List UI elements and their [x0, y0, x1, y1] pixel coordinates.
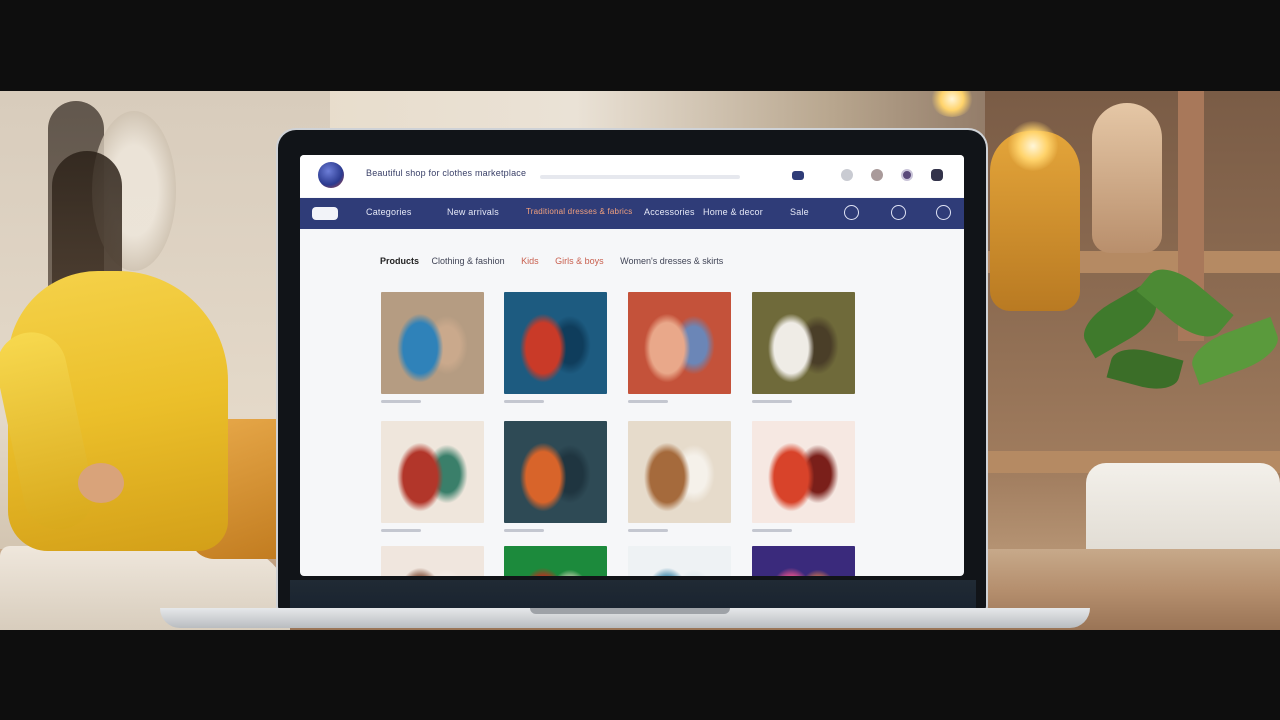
site-logo[interactable] [318, 162, 344, 188]
nav-item-home-decor[interactable]: Home & decor [703, 207, 763, 217]
nav-bar: Categories New arrivals Traditional dres… [300, 198, 964, 229]
product-caption [752, 529, 792, 532]
product-caption [752, 400, 792, 403]
breadcrumb-item[interactable]: Kids [521, 256, 539, 266]
breadcrumb-item[interactable]: Women's dresses & skirts [620, 256, 723, 266]
nav-item-categories[interactable]: Categories [366, 207, 412, 217]
home-button[interactable] [312, 207, 338, 220]
globe-icon[interactable] [844, 205, 859, 220]
product-red-accessories[interactable] [752, 421, 855, 523]
product-caption [504, 529, 544, 532]
lamp-glow-1 [1008, 121, 1058, 171]
breadcrumb-item[interactable]: Clothing & fashion [432, 256, 505, 266]
cart-icon[interactable] [792, 171, 804, 180]
notification-icon[interactable] [871, 169, 883, 181]
product-white-outfits[interactable] [752, 292, 855, 394]
search-bar[interactable] [540, 175, 740, 179]
product-blue-trousers[interactable] [381, 292, 484, 394]
letterbox-bottom [0, 630, 1280, 720]
nav-item-new-arrivals[interactable]: New arrivals [447, 207, 499, 217]
product-embroidered-robes[interactable] [381, 421, 484, 523]
beige-vase [1092, 103, 1162, 253]
nav-item-sale[interactable]: Sale [790, 207, 809, 217]
breadcrumb: Products Clothing & fashion Kids Girls &… [380, 256, 737, 266]
person-hand [78, 463, 124, 503]
moon-icon[interactable] [936, 205, 951, 220]
clock-icon[interactable] [891, 205, 906, 220]
letterbox-top [0, 0, 1280, 91]
laptop-screen: Beautiful shop for clothes marketplace C… [300, 155, 964, 576]
breadcrumb-item[interactable]: Girls & boys [555, 256, 604, 266]
laptop-notch [530, 608, 730, 614]
product-caption [504, 400, 544, 403]
nav-item-accessories[interactable]: Accessories [644, 207, 695, 217]
product-shoes-fabric[interactable] [628, 421, 731, 523]
help-icon[interactable] [841, 169, 853, 181]
product-multicolor-skirts[interactable] [628, 292, 731, 394]
product-caption [628, 529, 668, 532]
laptop-bezel [290, 580, 976, 608]
avatar-icon[interactable] [901, 169, 913, 181]
product-red-dress[interactable] [504, 292, 607, 394]
product-caption [628, 400, 668, 403]
site-header: Beautiful shop for clothes marketplace [300, 155, 964, 197]
product-light-blue-item[interactable] [628, 546, 731, 576]
product-green-red-item[interactable] [504, 546, 607, 576]
lamp-glow-2 [930, 91, 974, 117]
product-purple-item[interactable] [752, 546, 855, 576]
breadcrumb-current: Products [380, 256, 420, 266]
nav-item-traditional[interactable]: Traditional dresses & fabrics [526, 207, 632, 216]
site-title: Beautiful shop for clothes marketplace [366, 168, 527, 178]
product-pale-item[interactable] [381, 546, 484, 576]
product-caption [381, 529, 421, 532]
menu-icon[interactable] [931, 169, 943, 181]
product-orange-skirt[interactable] [504, 421, 607, 523]
product-caption [381, 400, 421, 403]
